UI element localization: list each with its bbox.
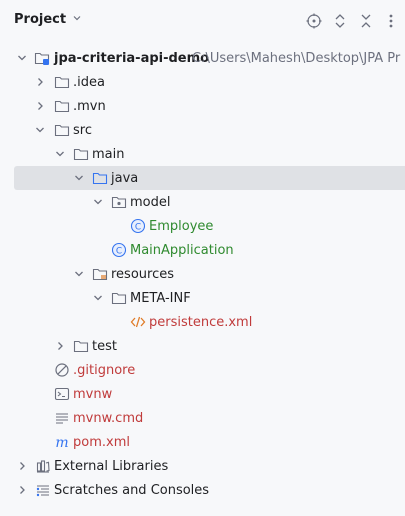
tree-node-pom-xml[interactable]: m pom.xml: [0, 430, 405, 454]
scratches-icon: [35, 482, 51, 498]
crosshair-icon[interactable]: [304, 11, 324, 31]
root-project-path: C:\Users\Mahesh\Desktop\JPA Pr: [192, 50, 401, 66]
shell-script-icon: [54, 386, 70, 402]
text-file-icon: [54, 410, 70, 426]
chevron-right-icon[interactable]: [16, 484, 28, 496]
tree-label: External Libraries: [54, 458, 169, 474]
tree-label: Scratches and Consoles: [54, 482, 210, 498]
tree-node-root[interactable]: jpa-criteria-api-demo C:\Users\Mahesh\De…: [0, 46, 405, 70]
root-project-name: jpa-criteria-api-demo: [54, 50, 210, 66]
project-panel-header: Project: [0, 0, 405, 42]
tree-node-test[interactable]: test: [0, 334, 405, 358]
tree-label: mvnw.cmd: [73, 410, 144, 426]
panel-title: Project: [14, 12, 67, 27]
tree-node-src[interactable]: src: [0, 118, 405, 142]
chevron-down-icon[interactable]: [54, 148, 66, 160]
tree-label: .idea: [73, 74, 105, 90]
tree-label: src: [73, 122, 92, 138]
java-class-icon: C: [111, 242, 127, 258]
tree-node-main[interactable]: main: [0, 142, 405, 166]
chevron-down-icon[interactable]: [34, 124, 46, 136]
folder-icon: [54, 122, 70, 138]
chevron-right-icon[interactable]: [34, 100, 46, 112]
chevron-down-icon[interactable]: [73, 172, 85, 184]
tree-label: mvnw: [73, 386, 113, 402]
svg-text:C: C: [116, 247, 122, 257]
tree-node-meta-inf[interactable]: META-INF: [0, 286, 405, 310]
chevron-down-icon[interactable]: [92, 196, 104, 208]
folder-icon: [54, 74, 70, 90]
tree-node-scratches[interactable]: Scratches and Consoles: [0, 478, 405, 502]
chevron-down-icon: [72, 13, 82, 26]
tree-node-mvnw[interactable]: mvnw: [0, 382, 405, 406]
tree-label: java: [111, 170, 139, 186]
tree-label: test: [92, 338, 117, 354]
tree-label: main: [92, 146, 125, 162]
tree-node-external-libraries[interactable]: External Libraries: [0, 454, 405, 478]
tree-label: Employee: [149, 218, 214, 234]
tree-label: META-INF: [130, 290, 191, 306]
svg-text:m: m: [55, 435, 68, 450]
collapse-all-icon[interactable]: [356, 11, 376, 31]
tree-node-employee[interactable]: C Employee: [0, 214, 405, 238]
project-view-selector[interactable]: Project: [14, 12, 82, 27]
maven-icon: m: [54, 434, 70, 450]
tree-node-mvnw-cmd[interactable]: mvnw.cmd: [0, 406, 405, 430]
package-icon: [111, 194, 127, 210]
folder-icon: [73, 338, 89, 354]
chevron-down-icon[interactable]: [73, 268, 85, 280]
tree-label: MainApplication: [130, 242, 234, 258]
tree-node-java[interactable]: java: [14, 166, 405, 190]
tree-node-mvn[interactable]: .mvn: [0, 94, 405, 118]
tree-label: pom.xml: [73, 434, 130, 450]
folder-icon: [111, 290, 127, 306]
folder-icon: [73, 146, 89, 162]
tree-node-resources[interactable]: resources: [0, 262, 405, 286]
resources-folder-icon: [92, 266, 108, 282]
library-icon: [35, 458, 51, 474]
tree-node-main-application[interactable]: C MainApplication: [0, 238, 405, 262]
chevron-down-icon[interactable]: [16, 52, 28, 64]
chevron-down-icon[interactable]: [92, 292, 104, 304]
folder-icon: [54, 98, 70, 114]
chevron-right-icon[interactable]: [54, 340, 66, 352]
tree-node-persistence-xml[interactable]: persistence.xml: [0, 310, 405, 334]
java-class-icon: C: [130, 218, 146, 234]
module-folder-icon: [34, 50, 50, 66]
more-vertical-icon[interactable]: [381, 11, 401, 31]
tree-label: persistence.xml: [149, 314, 253, 330]
svg-text:C: C: [135, 223, 141, 233]
tree-node-idea[interactable]: .idea: [0, 70, 405, 94]
chevron-right-icon[interactable]: [16, 460, 28, 472]
expand-collapse-icon[interactable]: [330, 11, 350, 31]
source-folder-icon: [92, 170, 108, 186]
chevron-right-icon[interactable]: [34, 76, 46, 88]
tree-label: model: [130, 194, 171, 210]
tree-label: resources: [111, 266, 175, 282]
xml-file-icon: [130, 314, 146, 330]
tree-label: .mvn: [73, 98, 106, 114]
ignore-file-icon: [54, 362, 70, 378]
tree-node-model[interactable]: model: [0, 190, 405, 214]
tree-label: .gitignore: [73, 362, 136, 378]
tree-node-gitignore[interactable]: .gitignore: [0, 358, 405, 382]
